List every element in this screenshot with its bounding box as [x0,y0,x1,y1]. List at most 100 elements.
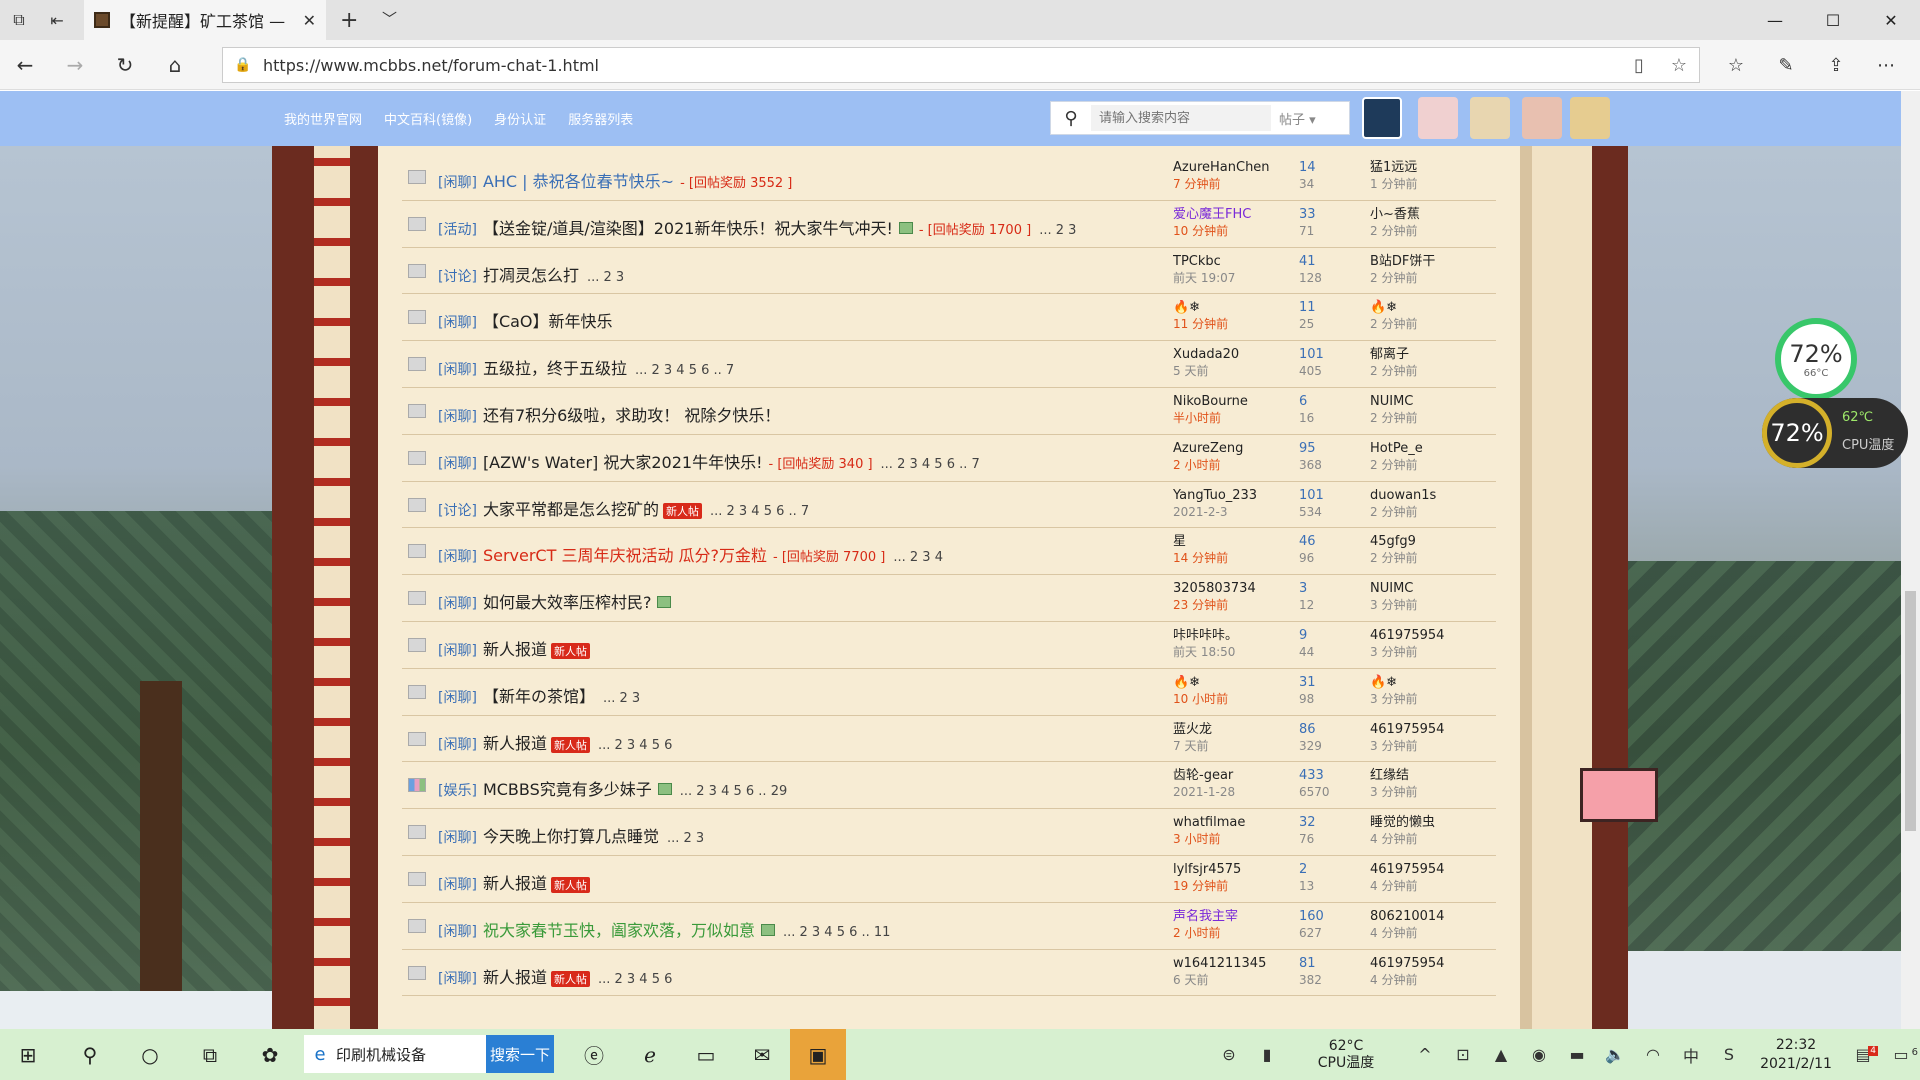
thread-category[interactable]: [闲聊] [438,362,477,378]
favorites-icon[interactable]: ☆ [1718,48,1754,82]
thread-title[interactable]: 新人报道 [483,874,547,893]
thread-category[interactable]: [闲聊] [438,830,477,846]
thread-title[interactable]: 打凋灵怎么打 [483,266,579,285]
nav-link-verify[interactable]: 身份认证 [494,109,546,128]
thread-row[interactable]: [闲聊] 还有7积分6级啦，求助攻！ 祝除夕快乐！ NikoBourne 半小时前 6 1… [402,388,1496,435]
new-tab-icon[interactable]: + [340,0,358,40]
thread-title[interactable]: MCBBS究竟有多少妹子 [483,780,652,799]
tab-actions-icon[interactable]: ⧉ [0,0,38,40]
thread-title[interactable]: [AZW's Water] 祝大家2021牛年快乐! [483,453,763,472]
tab-close-icon[interactable]: ✕ [303,11,316,30]
thread-author[interactable]: 🔥❄ [1173,300,1293,316]
thread-pages[interactable]: ... 2 3 [1039,223,1076,238]
thread-pages[interactable]: ... 2 3 4 5 6 .. 29 [680,784,788,799]
last-post-user[interactable]: 45gfg9 [1370,534,1490,550]
ime-icon[interactable]: 中 [1672,1043,1710,1067]
last-post-user[interactable]: 461975954 [1370,722,1490,738]
power-icon[interactable]: ▬ [1558,1045,1596,1064]
thread-category[interactable]: [闲聊] [438,409,477,425]
thread-pages[interactable]: ... 2 3 [667,831,704,846]
search-scope-select[interactable]: 帖子 ▾ [1271,109,1349,128]
set-aside-tabs-icon[interactable]: ⇤ [38,0,76,40]
file-explorer-icon[interactable]: ▭ [678,1029,734,1080]
thread-title[interactable]: 【CaO】新年快乐 [483,312,613,331]
last-post-user[interactable]: 睡觉的懒虫 [1370,815,1490,831]
thread-title[interactable]: 新人报道 [483,968,547,987]
app-tray-icon[interactable]: ⊜ [1210,1045,1248,1064]
start-windows-icon[interactable]: ⊞ [0,1029,56,1080]
thread-row[interactable]: [讨论] 大家平常都是怎么挖矿的 新人帖 ... 2 3 4 5 6 .. 7 Yang… [402,482,1496,529]
thread-title[interactable]: 今天晚上你打算几点睡觉 [483,827,659,846]
thread-row[interactable]: [闲聊] 如何最大效率压榨村民? 3205803734 23 分钟前 3 12 NUIMC 3… [402,575,1496,622]
thread-row[interactable]: [闲聊] 新人报道 新人帖... 2 3 4 5 6 蓝火龙 7 天前 86 329 4619… [402,716,1496,763]
thread-pages[interactable]: ... 2 3 4 5 6 .. 7 [710,504,809,519]
thread-category[interactable]: [讨论] [438,503,477,519]
home-icon[interactable]: ⌂ [158,48,192,82]
minecraft-app-icon[interactable]: ▣ [790,1029,846,1080]
thread-category[interactable]: [闲聊] [438,643,477,659]
app-pinwheel-icon[interactable]: ✿ [242,1029,298,1080]
tray-app-icon[interactable]: ⊡ [1444,1045,1482,1064]
thread-row[interactable]: [娱乐] MCBBS究竟有多少妹子 ... 2 3 4 5 6 .. 29 齿轮-ge… [402,762,1496,810]
thread-category[interactable]: [讨论] [438,269,477,285]
last-post-user[interactable]: 461975954 [1370,862,1490,878]
thread-pages[interactable]: ... 2 3 [603,691,640,706]
thread-category[interactable]: [闲聊] [438,737,477,753]
thread-row[interactable]: [闲聊] AHC | 恭祝各位春节快乐~ - [回帖奖励 3552 ] AzureHa… [402,154,1496,201]
thread-pages[interactable]: ... 2 3 [587,270,624,285]
thread-author[interactable]: 声名我主宰 [1173,909,1293,925]
profile-icon[interactable] [1522,97,1562,139]
address-bar[interactable]: 🔒 https://www.mcbbs.net/forum-chat-1.htm… [222,47,1700,83]
last-post-user[interactable]: 806210014 [1370,909,1490,925]
minimize-button[interactable]: — [1746,0,1804,40]
clock[interactable]: 22:32 2021/2/11 [1748,1036,1844,1074]
thread-category[interactable]: [闲聊] [438,924,477,940]
url-text[interactable]: https://www.mcbbs.net/forum-chat-1.html [263,56,1619,75]
thread-title[interactable]: 【新年の茶馆】 [483,687,595,706]
thread-author[interactable]: AzureHanChen [1173,160,1293,176]
last-post-user[interactable]: 红缘结 [1370,768,1490,784]
notification-icon[interactable]: ▲ [1482,1045,1520,1064]
thread-category[interactable]: [闲聊] [438,971,477,987]
thread-pages[interactable]: ... 2 3 4 5 6 .. 7 [881,457,980,472]
tray-green-icon[interactable]: ◉ [1520,1045,1558,1064]
action-center-icon[interactable]: ▭ 6 [1882,1045,1920,1064]
last-post-user[interactable]: 461975954 [1370,628,1490,644]
last-post-user[interactable]: 🔥❄ [1370,675,1490,691]
close-window-button[interactable]: ✕ [1862,0,1920,40]
back-icon[interactable]: ← [8,48,42,82]
thread-row[interactable]: [闲聊] 【CaO】新年快乐 🔥❄ 11 分钟前 11 25 🔥❄ 2 分钟前 [402,294,1496,342]
tab-active[interactable]: 【新提醒】矿工茶馆 — ✕ [84,0,326,40]
user-avatar-icon[interactable] [1362,97,1402,139]
thread-pages[interactable]: ... 2 3 4 5 6 [598,738,672,753]
thread-pages[interactable]: ... 2 3 4 [893,550,943,565]
thread-author[interactable]: lylfsjr4575 [1173,862,1293,878]
nav-link-wiki[interactable]: 中文百科(镜像) [384,109,472,128]
ie-browser-icon[interactable]: ⓔ [566,1029,622,1080]
thread-author[interactable]: AzureZeng [1173,441,1293,457]
nav-link-official[interactable]: 我的世界官网 [284,109,362,128]
last-post-user[interactable]: 猛1远远 [1370,160,1490,176]
search-icon[interactable]: ⚲ [1051,108,1091,129]
battery-tray-icon[interactable]: ▮ [1248,1045,1286,1064]
thread-pages[interactable]: ... 2 3 4 5 6 [598,972,672,987]
thread-author[interactable]: 🔥❄ [1173,675,1293,691]
thread-title[interactable]: AHC | 恭祝各位春节快乐~ [483,172,674,191]
refresh-icon[interactable]: ↻ [108,48,142,82]
cookie-icon[interactable] [1570,97,1610,139]
maximize-button[interactable]: ☐ [1804,0,1862,40]
thread-author[interactable]: NikoBourne [1173,394,1293,410]
tab-list-chevron-icon[interactable]: ﹀ [382,8,397,29]
thread-row[interactable]: [闲聊] 祝大家春节玉快，阖家欢落，万似如意 ... 2 3 4 5 6 .. 11… [402,903,1496,950]
thread-row[interactable]: [闲聊] 新人报道 新人帖 lylfsjr4575 19 分钟前 2 13 461975954… [402,856,1496,903]
thread-title[interactable]: 新人报道 [483,734,547,753]
more-icon[interactable]: ⋯ [1868,48,1904,82]
share-icon[interactable]: ⇪ [1818,48,1854,82]
thread-author[interactable]: YangTuo_233 [1173,488,1293,504]
reading-view-icon[interactable]: ▯ [1619,55,1659,76]
thread-title[interactable]: 新人报道 [483,640,547,659]
edge-browser-icon[interactable]: ℯ [622,1029,678,1080]
last-post-user[interactable]: 小~香蕉 [1370,207,1490,223]
thread-author[interactable]: 咔咔咔咔。 [1173,628,1293,644]
thread-category[interactable]: [闲聊] [438,456,477,472]
